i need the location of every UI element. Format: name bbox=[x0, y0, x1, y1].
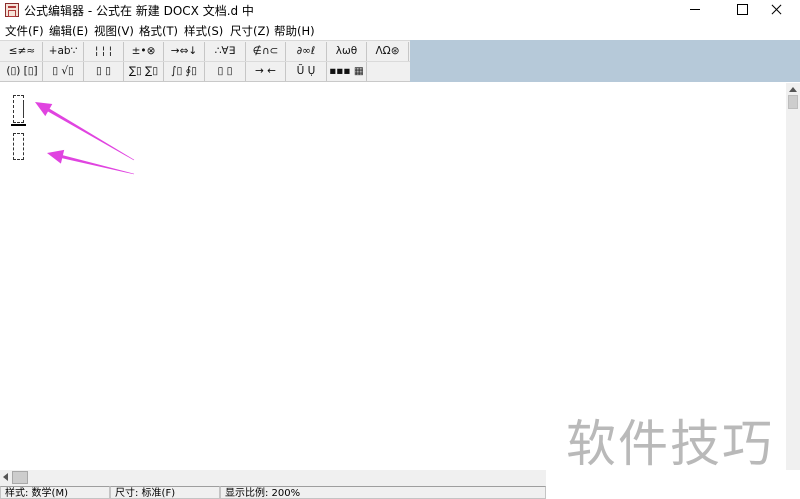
equation-editor-window: 公式编辑器 - 公式在 新建 DOCX 文档.d 中 文件(F) 编辑(E) 视… bbox=[0, 0, 800, 499]
status-size: 尺寸: 标准(F) bbox=[110, 486, 220, 499]
status-style: 样式: 数学(M) bbox=[0, 486, 110, 499]
scroll-left-icon[interactable] bbox=[0, 470, 12, 485]
arrow-to-denominator bbox=[47, 149, 135, 175]
horizontal-scrollbar[interactable] bbox=[0, 470, 546, 485]
scroll-up-icon[interactable] bbox=[786, 83, 800, 95]
status-zoom: 显示比例: 200% bbox=[220, 486, 546, 499]
vertical-scroll-thumb[interactable] bbox=[788, 95, 798, 109]
horizontal-scroll-thumb[interactable] bbox=[12, 471, 28, 484]
watermark-text: 软件技巧 bbox=[566, 415, 774, 473]
status-bar: 样式: 数学(M) 尺寸: 标准(F) 显示比例: 200% bbox=[0, 485, 546, 499]
vertical-scrollbar[interactable] bbox=[786, 83, 800, 470]
arrow-to-numerator bbox=[35, 102, 135, 161]
